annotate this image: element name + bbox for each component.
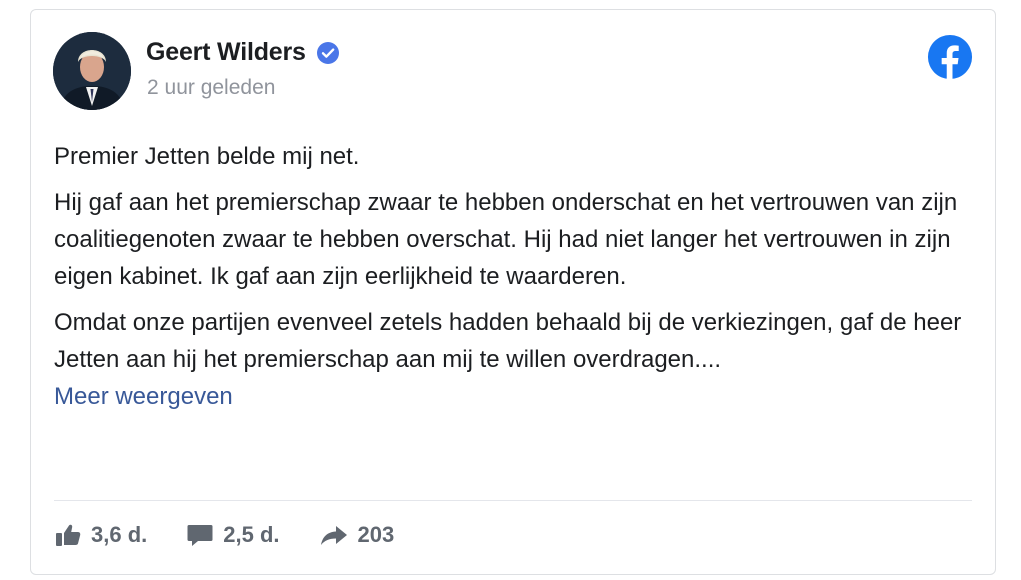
post-card: Geert Wilders 2 uur geleden Premier Jett… (30, 9, 996, 575)
post-paragraph: Hij gaf aan het premierschap zwaar te he… (54, 189, 958, 290)
author-name[interactable]: Geert Wilders (146, 38, 306, 67)
engagement-bar: 3,6 d. 2,5 d. 203 (55, 522, 434, 548)
author-header: Geert Wilders (146, 38, 340, 67)
facebook-icon[interactable] (927, 34, 973, 80)
see-more-link[interactable]: Meer weergeven (54, 378, 974, 415)
post-timestamp[interactable]: 2 uur geleden (147, 76, 275, 100)
comment-icon (187, 525, 213, 546)
author-portrait (53, 32, 131, 110)
verified-badge-icon (316, 41, 339, 64)
post-text: Premier Jetten belde mij net. Hij gaf aa… (54, 138, 974, 415)
shares-count: 203 (357, 522, 395, 547)
post-paragraph: Omdat onze partijen evenveel zetels hadd… (54, 309, 962, 373)
comments-count: 2,5 d. (223, 522, 280, 547)
divider (54, 500, 972, 501)
comments-stat[interactable]: 2,5 d. (187, 522, 280, 548)
avatar[interactable] (53, 32, 131, 110)
share-arrow-icon (320, 526, 347, 545)
likes-count: 3,6 d. (91, 522, 148, 547)
thumbs-up-icon (56, 524, 81, 546)
post-paragraph: Premier Jetten belde mij net. (54, 143, 360, 170)
likes-stat[interactable]: 3,6 d. (55, 522, 147, 548)
shares-stat[interactable]: 203 (320, 522, 395, 548)
